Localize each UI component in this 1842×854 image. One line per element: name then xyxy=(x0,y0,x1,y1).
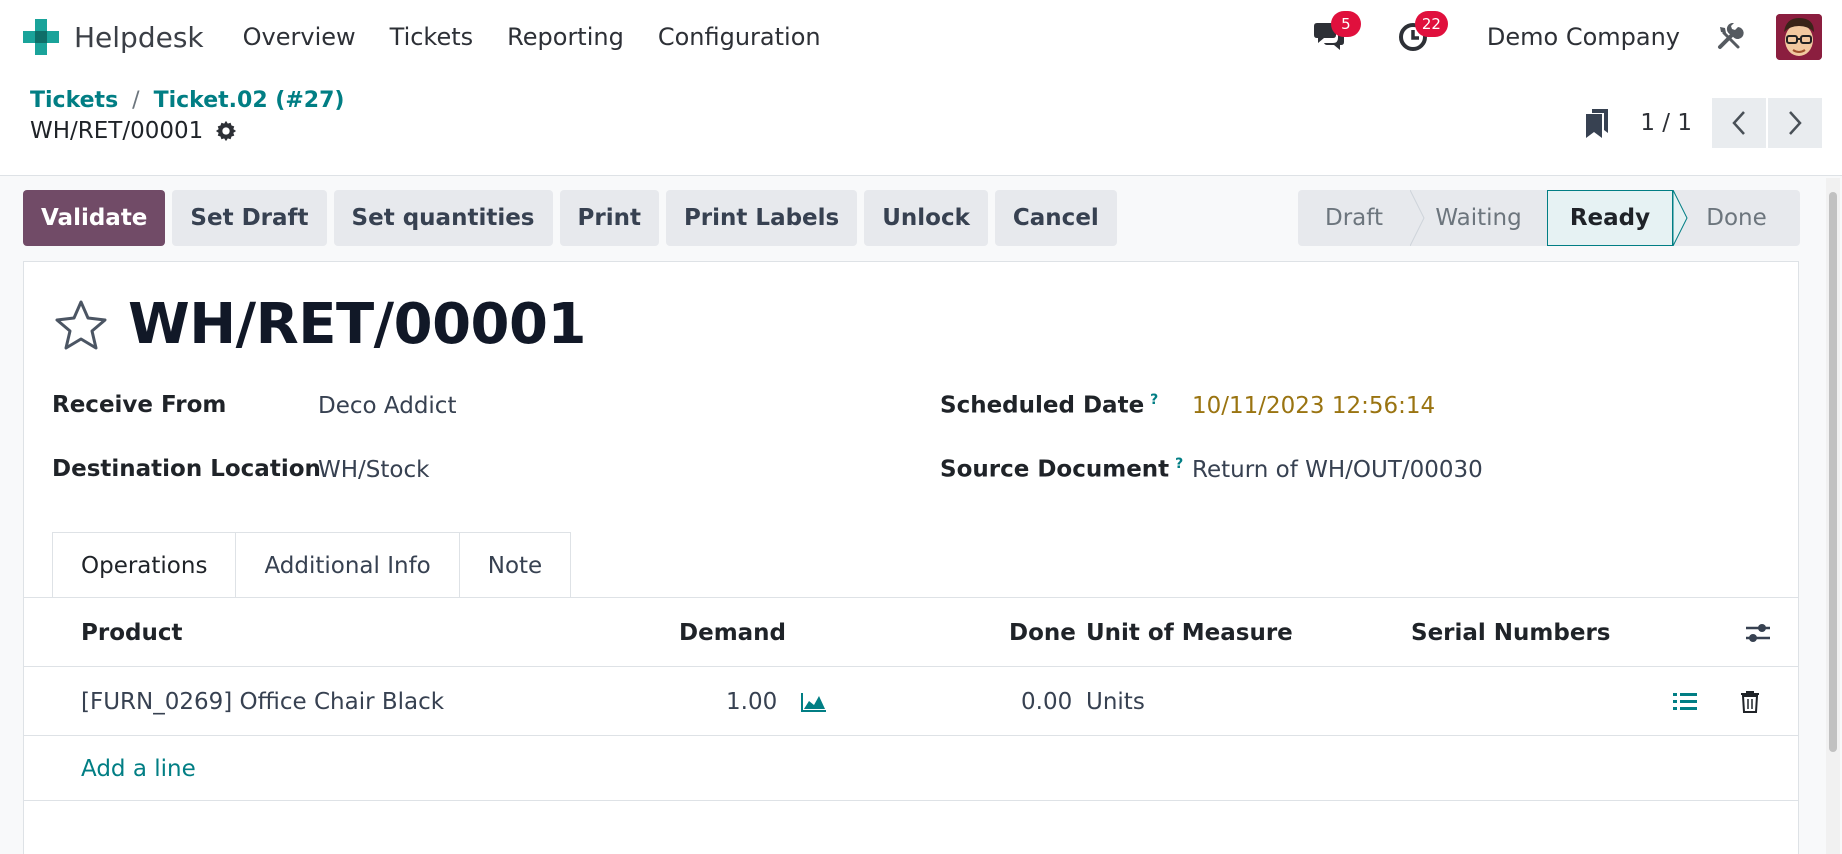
company-switcher[interactable]: Demo Company xyxy=(1487,23,1680,51)
current-record-name: WH/RET/00001 xyxy=(30,118,204,144)
pager: 1 / 1 xyxy=(1584,98,1822,148)
operations-list: Product Demand Done Unit of Measure Seri… xyxy=(24,597,1798,801)
notebook-tabs: Operations Additional Info Note xyxy=(52,532,572,598)
bookmark-icon xyxy=(1584,107,1610,139)
activities-badge: 22 xyxy=(1414,11,1448,37)
column-done[interactable]: Done xyxy=(1009,598,1076,668)
scheduled-date-label-text: Scheduled Date xyxy=(940,392,1145,419)
messages-badge: 5 xyxy=(1330,11,1361,37)
row-done[interactable]: 0.00 xyxy=(1021,667,1072,736)
row-unit-of-measure[interactable]: Units xyxy=(1086,667,1145,736)
column-unit-of-measure[interactable]: Unit of Measure xyxy=(1086,598,1293,668)
cancel-button[interactable]: Cancel xyxy=(994,190,1117,246)
user-avatar[interactable] xyxy=(1776,14,1822,60)
source-document-label: Source Document? xyxy=(940,456,1183,483)
add-line-link[interactable]: Add a line xyxy=(81,736,196,801)
print-button[interactable]: Print xyxy=(559,190,659,246)
app-brand[interactable]: Helpdesk xyxy=(20,16,204,58)
activities-button[interactable]: 22 xyxy=(1393,11,1448,57)
top-navbar: Helpdesk Overview Tickets Reporting Conf… xyxy=(0,0,1842,74)
menu-tickets[interactable]: Tickets xyxy=(373,23,491,51)
print-labels-button[interactable]: Print Labels xyxy=(665,190,858,246)
set-quantities-button[interactable]: Set quantities xyxy=(333,190,553,246)
menu-configuration[interactable]: Configuration xyxy=(641,23,838,51)
helpdesk-logo-icon xyxy=(20,16,62,58)
forecast-chart-icon[interactable] xyxy=(800,667,828,736)
tab-operations[interactable]: Operations xyxy=(52,532,237,598)
delete-trash-icon[interactable] xyxy=(1740,667,1760,736)
source-document-field[interactable]: Return of WH/OUT/00030 xyxy=(1192,457,1483,483)
app-name: Helpdesk xyxy=(74,20,204,54)
pager-value[interactable]: 1 / 1 xyxy=(1640,110,1692,136)
systray: 5 22 Demo Company xyxy=(1309,0,1822,74)
destination-location-label: Destination Location xyxy=(52,456,321,482)
source-document-help[interactable]: ? xyxy=(1175,456,1183,472)
messages-button[interactable]: 5 xyxy=(1309,11,1361,57)
column-product[interactable]: Product xyxy=(81,598,182,668)
breadcrumb-tickets[interactable]: Tickets xyxy=(30,88,118,113)
list-header: Product Demand Done Unit of Measure Seri… xyxy=(24,597,1798,667)
debug-tools-icon[interactable] xyxy=(1712,19,1748,55)
stage-ready[interactable]: Ready xyxy=(1547,190,1673,246)
receive-from-field[interactable]: Deco Addict xyxy=(318,393,456,419)
main-menu: Overview Tickets Reporting Configuration xyxy=(226,23,838,51)
details-list-icon[interactable] xyxy=(1672,667,1698,736)
record-name[interactable]: WH/RET/00001 xyxy=(128,292,586,357)
stage-done[interactable]: Done xyxy=(1673,190,1800,246)
gear-icon[interactable] xyxy=(215,120,237,142)
record-title: WH/RET/00001 xyxy=(30,118,237,144)
scrollbar-thumb[interactable] xyxy=(1829,192,1837,752)
action-buttons: Validate Set Draft Set quantities Print … xyxy=(23,190,1124,246)
add-line-row: Add a line xyxy=(24,736,1798,801)
stage-waiting[interactable]: Waiting xyxy=(1410,190,1547,246)
menu-reporting[interactable]: Reporting xyxy=(490,23,641,51)
breadcrumb-separator: / xyxy=(132,88,140,113)
column-serial-numbers[interactable]: Serial Numbers xyxy=(1411,598,1611,668)
column-demand[interactable]: Demand xyxy=(679,598,786,668)
source-document-label-text: Source Document xyxy=(940,456,1170,483)
tab-additional-info[interactable]: Additional Info xyxy=(236,532,460,598)
title-row: WH/RET/00001 xyxy=(52,292,586,357)
stage-draft[interactable]: Draft xyxy=(1298,190,1410,246)
star-icon[interactable] xyxy=(52,296,110,354)
row-demand[interactable]: 1.00 xyxy=(726,667,777,736)
row-product[interactable]: [FURN_0269] Office Chair Black xyxy=(81,667,444,736)
set-draft-button[interactable]: Set Draft xyxy=(172,190,327,246)
destination-location-field[interactable]: WH/Stock xyxy=(318,457,429,483)
form-sheet: WH/RET/00001 Receive From Deco Addict De… xyxy=(23,261,1799,854)
page-scrollbar[interactable] xyxy=(1826,178,1840,854)
table-row[interactable]: [FURN_0269] Office Chair Black 1.00 0.00… xyxy=(24,667,1798,736)
unlock-button[interactable]: Unlock xyxy=(864,190,988,246)
chevron-left-icon xyxy=(1732,111,1745,135)
chevron-right-icon xyxy=(1789,111,1802,135)
validate-button[interactable]: Validate xyxy=(23,190,166,246)
receive-from-label: Receive From xyxy=(52,392,227,418)
optional-columns-icon[interactable] xyxy=(1744,598,1772,668)
scheduled-date-label: Scheduled Date? xyxy=(940,392,1158,419)
control-panel: Tickets / Ticket.02 (#27) WH/RET/00001 1… xyxy=(0,74,1842,176)
pager-next-button[interactable] xyxy=(1768,98,1822,148)
status-bar: Draft Waiting Ready Done xyxy=(1298,190,1800,246)
scheduled-date-help[interactable]: ? xyxy=(1150,392,1158,408)
pager-previous-button[interactable] xyxy=(1712,98,1766,148)
breadcrumb-ticket[interactable]: Ticket.02 (#27) xyxy=(154,88,345,113)
breadcrumb: Tickets / Ticket.02 (#27) xyxy=(30,88,344,113)
scheduled-date-field[interactable]: 10/11/2023 12:56:14 xyxy=(1192,393,1435,419)
tab-note[interactable]: Note xyxy=(459,532,572,598)
menu-overview[interactable]: Overview xyxy=(226,23,373,51)
